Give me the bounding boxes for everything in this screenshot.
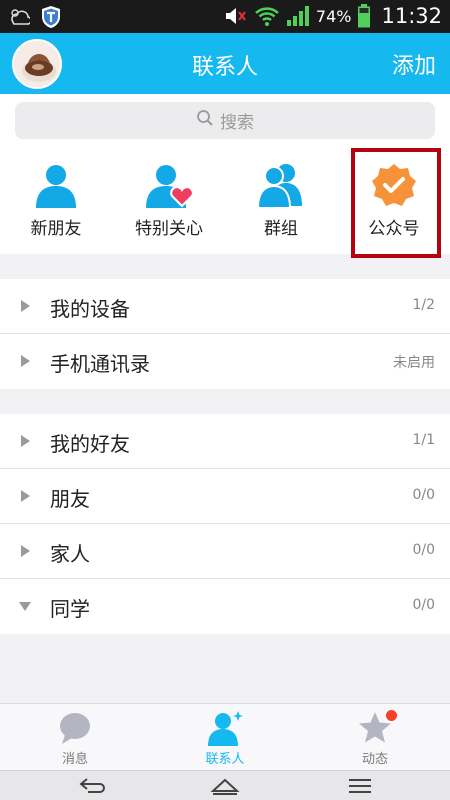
chat-bubble-icon [57,710,93,746]
wifi-icon [254,5,280,27]
signal-icon [286,5,310,27]
collapse-arrow-icon [19,602,31,611]
clock: 11:32 [381,4,442,28]
shield-app-icon [40,5,62,29]
tab-feed[interactable]: 动态 [300,704,450,771]
list-item[interactable]: 同学 0/0 [0,579,450,634]
list-item[interactable]: 我的设备 1/2 [0,279,450,334]
group-count: 0/0 [412,597,435,613]
expand-arrow-icon [21,355,30,367]
mute-icon [224,5,248,27]
group-name: 同学 [50,597,90,621]
expand-arrow-icon [21,300,30,312]
weather-icon [8,7,30,27]
person-heart-icon [144,160,194,210]
quick-entry-label: 群组 [264,219,298,239]
expand-arrow-icon [21,435,30,447]
group-name: 我的好友 [50,432,130,456]
search-input[interactable]: 搜索 [15,102,435,139]
group-name: 家人 [50,542,90,566]
person-icon [31,160,81,210]
page-title: 联系人 [191,55,258,80]
device-contacts-group: 我的设备 1/2 手机通讯录 未启用 [0,279,450,389]
group-name: 朋友 [50,487,90,511]
search-bar-container: 搜索 [0,94,450,150]
list-item[interactable]: 手机通讯录 未启用 [0,334,450,389]
tab-label: 联系人 [205,752,245,767]
group-count: 1/1 [412,432,435,448]
bottom-tab-bar: 消息 联系人 动态 [0,703,450,770]
battery-percent: 74% [315,6,352,26]
menu-icon[interactable] [330,774,390,798]
group-count: 0/0 [412,542,435,558]
tab-messages[interactable]: 消息 [0,704,150,771]
group-count: 未启用 [393,355,435,371]
new-friends-entry[interactable]: 新朋友 [0,150,112,254]
highlight-box [351,148,441,258]
groups-entry[interactable]: 群组 [225,150,337,254]
search-icon [196,109,214,132]
quick-entry-label: 特别关心 [135,219,203,239]
special-care-entry[interactable]: 特别关心 [113,150,225,254]
system-nav-bar [0,770,450,800]
quick-entry-label: 新朋友 [30,219,82,239]
add-button[interactable]: 添加 [392,48,436,80]
group-count: 0/0 [412,487,435,503]
expand-arrow-icon [21,545,30,557]
group-name: 手机通讯录 [50,352,150,376]
back-icon[interactable] [62,774,122,798]
battery-icon [357,4,371,28]
list-item[interactable]: 朋友 0/0 [0,469,450,524]
app-header: 联系人 添加 [0,33,450,94]
group-count: 1/2 [412,297,435,313]
search-placeholder: 搜索 [220,113,254,133]
home-icon[interactable] [195,774,255,798]
list-item[interactable]: 家人 0/0 [0,524,450,579]
tab-label: 动态 [361,752,388,767]
status-bar: 74% 11:32 [0,0,450,33]
group-icon [256,160,306,210]
tab-label: 消息 [61,752,88,767]
group-name: 我的设备 [50,297,130,321]
friend-groups: 我的好友 1/1 朋友 0/0 家人 0/0 同学 0/0 [0,414,450,634]
notification-badge [386,710,397,721]
contacts-icon [207,710,243,746]
tab-contacts[interactable]: 联系人 [150,704,300,771]
expand-arrow-icon [21,490,30,502]
list-item[interactable]: 我的好友 1/1 [0,414,450,469]
